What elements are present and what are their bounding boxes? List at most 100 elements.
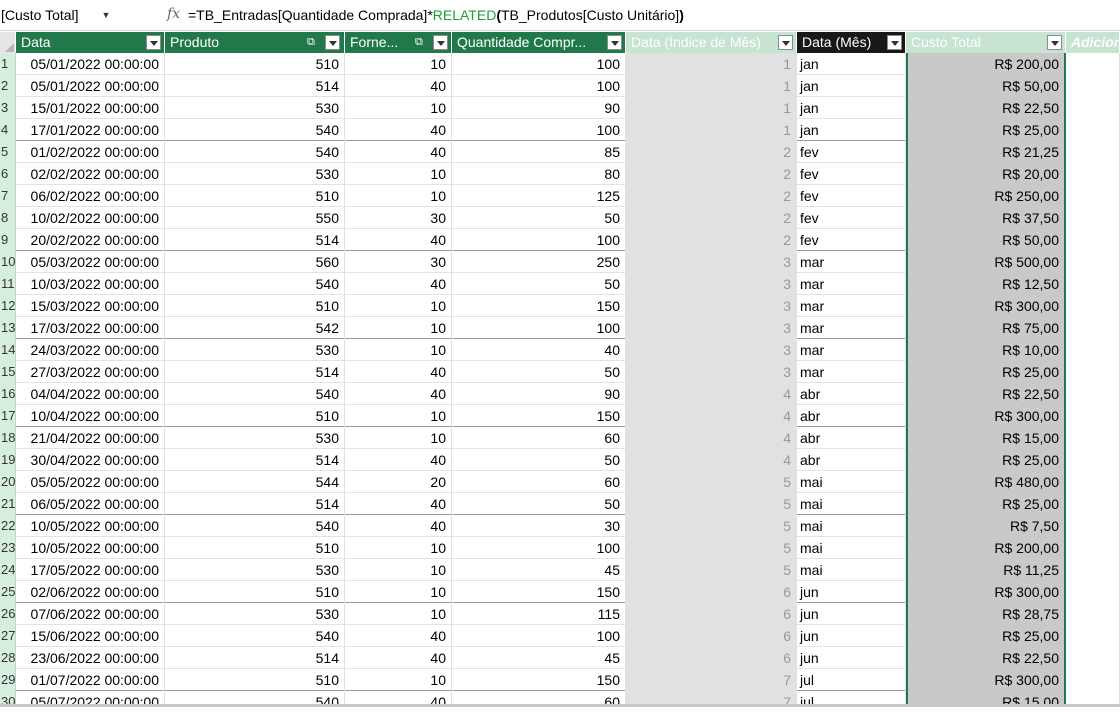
row-number[interactable]: 1 xyxy=(0,53,16,75)
cell-quantidade[interactable]: 100 xyxy=(452,317,626,339)
cell-data[interactable]: 02/02/2022 00:00:00 xyxy=(16,163,165,185)
cell-produto[interactable]: 530 xyxy=(165,97,345,119)
cell-indice-mes[interactable]: 6 xyxy=(626,647,797,669)
cell-add-column[interactable] xyxy=(1066,185,1120,207)
cell-data[interactable]: 15/03/2022 00:00:00 xyxy=(16,295,165,317)
cell-produto[interactable]: 540 xyxy=(165,141,345,163)
table-row[interactable]: 16 04/04/2022 00:00:00 540 40 90 4 abr R$ 22,50 xyxy=(0,383,1120,405)
cell-data[interactable]: 10/05/2022 00:00:00 xyxy=(16,537,165,559)
row-number[interactable]: 19 xyxy=(0,449,16,471)
cell-data[interactable]: 05/01/2022 00:00:00 xyxy=(16,75,165,97)
filter-dropdown-icon[interactable] xyxy=(887,35,902,50)
cell-mes[interactable]: abr xyxy=(797,405,906,427)
cell-indice-mes[interactable]: 1 xyxy=(626,75,797,97)
cell-add-column[interactable] xyxy=(1066,361,1120,383)
cell-data[interactable]: 10/04/2022 00:00:00 xyxy=(16,405,165,427)
cell-quantidade[interactable]: 30 xyxy=(452,515,626,537)
table-row[interactable]: 7 06/02/2022 00:00:00 510 10 125 2 fev R$ 250,0… xyxy=(0,185,1120,207)
cell-indice-mes[interactable]: 4 xyxy=(626,449,797,471)
column-header-fornecedor[interactable]: Forne... ⧉ xyxy=(345,32,452,53)
cell-custo-total[interactable]: R$ 22,50 xyxy=(906,647,1066,669)
table-row[interactable]: 3 15/01/2022 00:00:00 530 10 90 1 jan R$ 22,50 xyxy=(0,97,1120,119)
cell-fornecedor[interactable]: 40 xyxy=(345,383,452,405)
table-row[interactable]: 2 05/01/2022 00:00:00 514 40 100 1 jan R$ 50,00 xyxy=(0,75,1120,97)
cell-mes[interactable]: jun xyxy=(797,581,906,603)
table-row[interactable]: 1 05/01/2022 00:00:00 510 10 100 1 jan R$ 200,0… xyxy=(0,53,1120,75)
cell-quantidade[interactable]: 90 xyxy=(452,97,626,119)
row-number[interactable]: 3 xyxy=(0,97,16,119)
cell-custo-total[interactable]: R$ 50,00 xyxy=(906,229,1066,251)
cell-add-column[interactable] xyxy=(1066,141,1120,163)
cell-fornecedor[interactable]: 10 xyxy=(345,295,452,317)
cell-custo-total[interactable]: R$ 20,00 xyxy=(906,163,1066,185)
cell-mes[interactable]: mar xyxy=(797,273,906,295)
cell-fornecedor[interactable]: 20 xyxy=(345,471,452,493)
cell-custo-total[interactable]: R$ 300,00 xyxy=(906,669,1066,691)
name-box-dropdown-icon[interactable]: ▼ xyxy=(100,4,112,26)
cell-fornecedor[interactable]: 10 xyxy=(345,581,452,603)
cell-data[interactable]: 01/02/2022 00:00:00 xyxy=(16,141,165,163)
cell-indice-mes[interactable]: 1 xyxy=(626,119,797,141)
cell-data[interactable]: 17/03/2022 00:00:00 xyxy=(16,317,165,339)
table-row[interactable]: 29 01/07/2022 00:00:00 510 10 150 7 jul R$ 300,… xyxy=(0,669,1120,691)
cell-add-column[interactable] xyxy=(1066,427,1120,449)
cell-fornecedor[interactable]: 10 xyxy=(345,185,452,207)
cell-add-column[interactable] xyxy=(1066,273,1120,295)
cell-add-column[interactable] xyxy=(1066,229,1120,251)
cell-indice-mes[interactable]: 4 xyxy=(626,405,797,427)
column-header-data[interactable]: Data xyxy=(16,32,165,53)
cell-indice-mes[interactable]: 2 xyxy=(626,185,797,207)
cell-add-column[interactable] xyxy=(1066,669,1120,691)
cell-data[interactable]: 07/06/2022 00:00:00 xyxy=(16,603,165,625)
table-row[interactable]: 14 24/03/2022 00:00:00 530 10 40 3 mar R$ 10,00 xyxy=(0,339,1120,361)
cell-custo-total[interactable]: R$ 50,00 xyxy=(906,75,1066,97)
cell-quantidade[interactable]: 60 xyxy=(452,471,626,493)
cell-mes[interactable]: mai xyxy=(797,471,906,493)
cell-custo-total[interactable]: R$ 25,00 xyxy=(906,493,1066,515)
cell-produto[interactable]: 510 xyxy=(165,405,345,427)
cell-mes[interactable]: mar xyxy=(797,317,906,339)
row-number[interactable]: 7 xyxy=(0,185,16,207)
cell-add-column[interactable] xyxy=(1066,493,1120,515)
cell-custo-total[interactable]: R$ 37,50 xyxy=(906,207,1066,229)
cell-data[interactable]: 27/03/2022 00:00:00 xyxy=(16,361,165,383)
cell-custo-total[interactable]: R$ 12,50 xyxy=(906,273,1066,295)
cell-custo-total[interactable]: R$ 480,00 xyxy=(906,471,1066,493)
cell-indice-mes[interactable]: 6 xyxy=(626,581,797,603)
cell-indice-mes[interactable]: 5 xyxy=(626,537,797,559)
column-header-produto[interactable]: Produto ⧉ xyxy=(165,32,345,53)
cell-quantidade[interactable]: 150 xyxy=(452,405,626,427)
table-row[interactable]: 12 15/03/2022 00:00:00 510 10 150 3 mar R$ 300,… xyxy=(0,295,1120,317)
filter-dropdown-icon[interactable] xyxy=(607,35,622,50)
row-number[interactable]: 2 xyxy=(0,75,16,97)
cell-fornecedor[interactable]: 30 xyxy=(345,207,452,229)
cell-data[interactable]: 15/01/2022 00:00:00 xyxy=(16,97,165,119)
cell-fornecedor[interactable]: 10 xyxy=(345,163,452,185)
cell-add-column[interactable] xyxy=(1066,581,1120,603)
cell-custo-total[interactable]: R$ 22,50 xyxy=(906,97,1066,119)
cell-produto[interactable]: 530 xyxy=(165,163,345,185)
cell-add-column[interactable] xyxy=(1066,119,1120,141)
cell-add-column[interactable] xyxy=(1066,383,1120,405)
cell-produto[interactable]: 560 xyxy=(165,251,345,273)
cell-indice-mes[interactable]: 4 xyxy=(626,383,797,405)
row-number[interactable]: 29 xyxy=(0,669,16,691)
cell-mes[interactable]: mai xyxy=(797,537,906,559)
cell-mes[interactable]: mar xyxy=(797,339,906,361)
cell-quantidade[interactable]: 100 xyxy=(452,75,626,97)
cell-custo-total[interactable]: R$ 25,00 xyxy=(906,625,1066,647)
cell-indice-mes[interactable]: 4 xyxy=(626,427,797,449)
cell-data[interactable]: 05/01/2022 00:00:00 xyxy=(16,53,165,75)
formula-input[interactable]: =TB_Entradas[Quantidade Comprada]*RELATE… xyxy=(188,4,684,26)
cell-mes[interactable]: mar xyxy=(797,251,906,273)
cell-quantidade[interactable]: 50 xyxy=(452,361,626,383)
cell-quantidade[interactable]: 250 xyxy=(452,251,626,273)
cell-fornecedor[interactable]: 30 xyxy=(345,251,452,273)
cell-add-column[interactable] xyxy=(1066,559,1120,581)
table-row[interactable]: 8 10/02/2022 00:00:00 550 30 50 2 fev R$ 37,50 xyxy=(0,207,1120,229)
cell-custo-total[interactable]: R$ 11,25 xyxy=(906,559,1066,581)
table-row[interactable]: 23 10/05/2022 00:00:00 510 10 100 5 mai R$ 200,… xyxy=(0,537,1120,559)
cell-indice-mes[interactable]: 2 xyxy=(626,163,797,185)
cell-add-column[interactable] xyxy=(1066,163,1120,185)
cell-quantidade[interactable]: 150 xyxy=(452,295,626,317)
